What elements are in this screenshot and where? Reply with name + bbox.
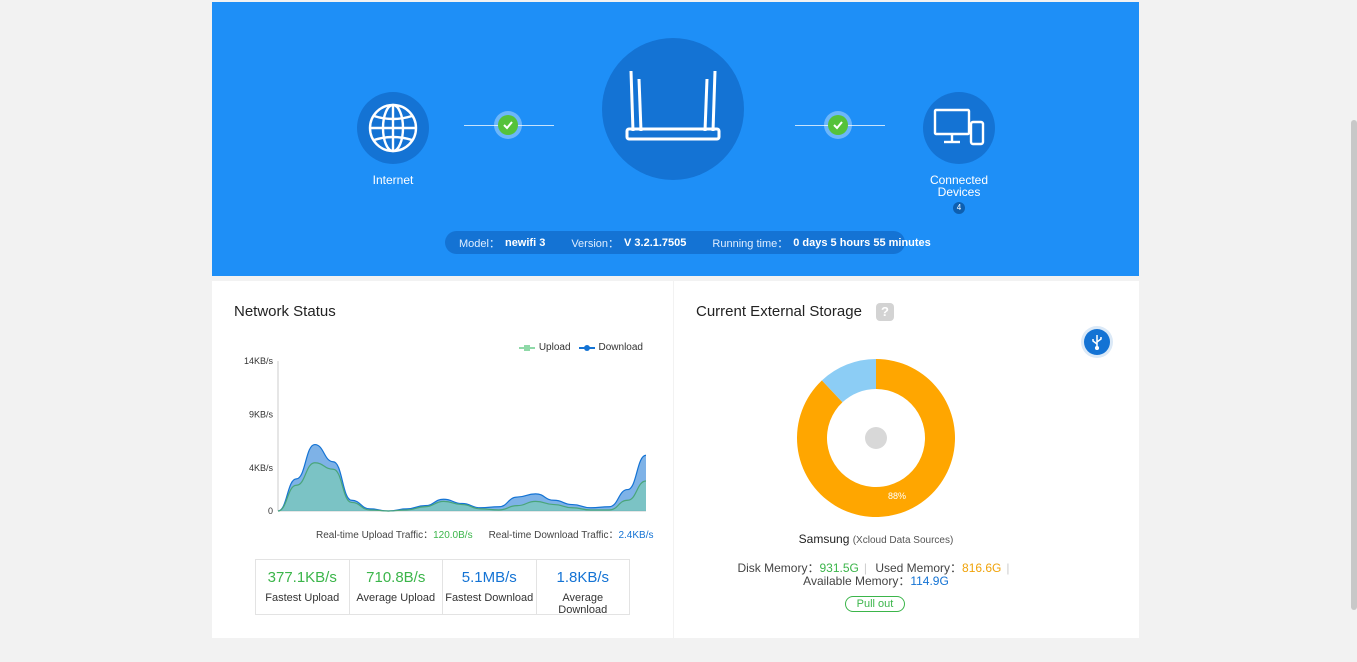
- model-value: newifi 3: [504, 236, 546, 249]
- scrollbar-thumb[interactable]: [1351, 120, 1357, 610]
- device-count-badge[interactable]: 4: [953, 202, 965, 214]
- version-value: V 3.2.1.7505: [624, 236, 687, 249]
- storage-title: Current External Storage: [696, 303, 862, 320]
- running-time-label: Running time：: [712, 237, 789, 250]
- router-icon[interactable]: [602, 38, 744, 180]
- legend-download[interactable]: Download: [578, 342, 643, 353]
- available-memory-label: Available Memory：: [803, 574, 911, 588]
- internet-label: Internet: [372, 173, 414, 187]
- traffic-stats-table: 377.1KB/s Fastest Upload 710.8B/s Averag…: [255, 559, 630, 616]
- stat-label: Average Download: [558, 592, 608, 616]
- stat-fastest-upload: 377.1KB/s Fastest Upload: [256, 560, 350, 614]
- external-storage-panel: Current External Storage ? 88% Samsung (…: [674, 281, 1139, 638]
- router-status-banner: Internet Connected Devices 4 Model： newi…: [212, 2, 1139, 276]
- y-tick-label: 9KB/s: [249, 410, 274, 420]
- disk-name: Samsung (Xcloud Data Sources): [674, 532, 1078, 546]
- legend-upload-label: Upload: [538, 342, 571, 353]
- connected-devices-node[interactable]: Connected Devices 4: [919, 92, 999, 214]
- y-tick-label: 14KB/s: [244, 356, 274, 366]
- network-status-title: Network Status: [234, 303, 336, 320]
- version-label: Version：: [571, 237, 620, 250]
- storage-donut-chart: [797, 359, 955, 517]
- disk-name-label: Samsung: [798, 532, 850, 546]
- help-icon[interactable]: ?: [876, 303, 894, 321]
- stat-average-download: 1.8KB/s Average Download: [537, 560, 630, 616]
- usb-icon[interactable]: [1084, 329, 1110, 355]
- y-tick-label: 0: [268, 506, 273, 516]
- legend-upload[interactable]: Upload: [518, 342, 571, 353]
- stat-value: 377.1KB/s: [267, 569, 337, 586]
- pull-out-button[interactable]: Pull out: [845, 596, 905, 612]
- realtime-traffic: Real-time Upload Traffic：120.0B/s Real-ti…: [316, 526, 653, 541]
- upload-traffic-label: Real-time Upload Traffic：: [316, 530, 434, 541]
- router-info-bar: Model： newifi 3 Version： V 3.2.1.7505 Ru…: [445, 231, 931, 254]
- stat-average-upload: 710.8B/s Average Upload: [350, 560, 443, 614]
- y-tick-label: 4KB/s: [249, 463, 274, 473]
- stat-value: 1.8KB/s: [556, 569, 610, 586]
- memory-line-2: Available Memory：114.9G: [674, 572, 1078, 589]
- stat-value: 5.1MB/s: [461, 569, 517, 586]
- running-time-value: 0 days 5 hours 55 minutes: [793, 236, 931, 249]
- internet-node[interactable]: Internet: [353, 92, 433, 186]
- used-percent-label: 88%: [888, 491, 907, 501]
- traffic-chart: 14KB/s 9KB/s 4KB/s 0: [244, 356, 647, 516]
- stat-label: Fastest Upload: [265, 592, 340, 604]
- model-label: Model：: [459, 237, 500, 250]
- stat-label: Average Upload: [356, 592, 436, 604]
- devices-icon: [923, 92, 995, 164]
- donut-center-dot: [865, 427, 887, 449]
- download-traffic-value: 2.4KB/s: [618, 530, 654, 541]
- available-memory-value: 114.9G: [910, 574, 949, 588]
- devices-connected-check-icon: [824, 111, 852, 139]
- download-traffic-label: Real-time Download Traffic：: [488, 530, 619, 541]
- connected-devices-label: Connected Devices: [929, 173, 989, 199]
- disk-source-label: (Xcloud Data Sources): [852, 535, 954, 546]
- internet-connected-check-icon: [494, 111, 522, 139]
- globe-icon: [357, 92, 429, 164]
- network-status-panel: Network Status Upload Download 14KB/s 9KB…: [212, 281, 673, 638]
- stat-label: Fastest Download: [445, 592, 534, 604]
- legend-download-label: Download: [598, 342, 643, 353]
- chart-legend: Upload Download: [518, 342, 643, 353]
- upload-traffic-value: 120.0B/s: [433, 530, 473, 541]
- stat-fastest-download: 5.1MB/s Fastest Download: [443, 560, 537, 614]
- stat-value: 710.8B/s: [366, 569, 426, 586]
